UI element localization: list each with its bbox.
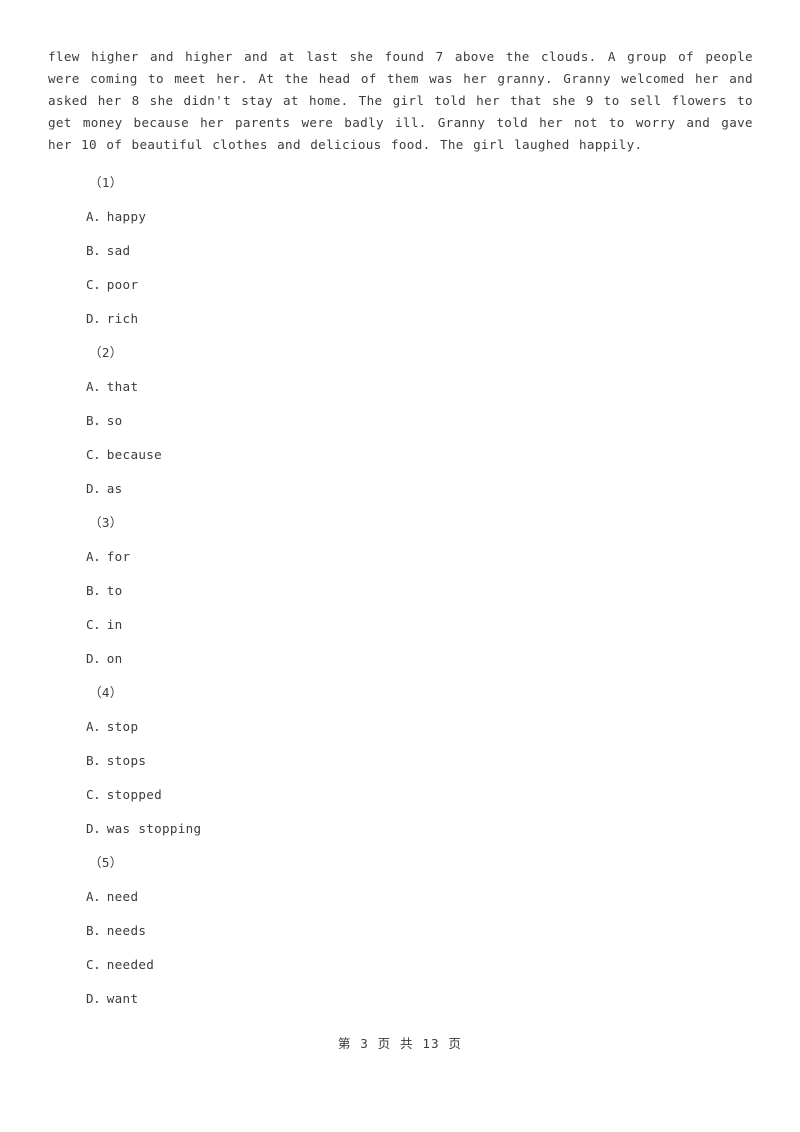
document-page: flew higher and higher and at last she f… xyxy=(0,0,800,1132)
option-text: sad xyxy=(106,243,131,258)
answer-option[interactable]: B．so xyxy=(48,404,753,438)
answer-option[interactable]: D．as xyxy=(48,472,753,506)
option-letter: A xyxy=(86,719,94,734)
option-letter: D xyxy=(86,821,94,836)
answer-option[interactable]: C．in xyxy=(48,608,753,642)
answer-option[interactable]: C．stopped xyxy=(48,778,753,812)
option-text: needs xyxy=(106,923,147,938)
question-block: （1） A．happy B．sad C．poor D．rich xyxy=(48,166,753,336)
option-letter: B xyxy=(86,753,94,768)
option-separator: ． xyxy=(93,889,107,904)
option-letter: C xyxy=(86,277,94,292)
option-text: in xyxy=(106,617,123,632)
answer-option[interactable]: A．happy xyxy=(48,200,753,234)
question-block: （2） A．that B．so C．because D．as xyxy=(48,336,753,506)
option-text: poor xyxy=(106,277,139,292)
answer-option[interactable]: B．to xyxy=(48,574,753,608)
option-letter: A xyxy=(86,209,94,224)
option-separator: ． xyxy=(93,821,107,836)
answer-option[interactable]: D．rich xyxy=(48,302,753,336)
question-block: （3） A．for B．to C．in D．on xyxy=(48,506,753,676)
option-separator: ． xyxy=(93,277,107,292)
option-separator: ． xyxy=(93,617,107,632)
answer-option[interactable]: A．that xyxy=(48,370,753,404)
option-text: happy xyxy=(106,209,147,224)
option-text: was stopping xyxy=(106,821,202,836)
question-number: （3） xyxy=(89,515,123,530)
option-text: needed xyxy=(106,957,155,972)
option-letter: B xyxy=(86,243,94,258)
option-text: that xyxy=(106,379,139,394)
option-separator: ． xyxy=(93,991,107,1006)
option-text: stop xyxy=(106,719,139,734)
option-separator: ． xyxy=(93,583,107,598)
option-text: because xyxy=(106,447,162,462)
option-letter: D xyxy=(86,311,94,326)
option-letter: B xyxy=(86,923,94,938)
option-separator: ． xyxy=(93,787,107,802)
option-text: stops xyxy=(106,753,147,768)
answer-option[interactable]: D．was stopping xyxy=(48,812,753,846)
option-letter: A xyxy=(86,379,94,394)
page-footer: 第 3 页 共 13 页 xyxy=(337,1036,463,1051)
option-separator: ． xyxy=(93,209,107,224)
option-text: rich xyxy=(106,311,139,326)
question-block: （4） A．stop B．stops C．stopped D．was stopping xyxy=(48,676,753,846)
answer-option[interactable]: C．because xyxy=(48,438,753,472)
option-text: on xyxy=(106,651,123,666)
answer-option[interactable]: C．needed xyxy=(48,948,753,982)
option-letter: B xyxy=(86,583,94,598)
answer-option[interactable]: B．stops xyxy=(48,744,753,778)
answer-option[interactable]: D．want xyxy=(48,982,753,1016)
option-letter: A xyxy=(86,549,94,564)
option-letter: B xyxy=(86,413,94,428)
option-separator: ． xyxy=(93,243,107,258)
option-letter: C xyxy=(86,787,94,802)
option-separator: ． xyxy=(93,957,107,972)
option-separator: ． xyxy=(93,481,107,496)
question-number: （5） xyxy=(89,855,123,870)
question-number: （2） xyxy=(89,345,123,360)
option-text: as xyxy=(106,481,123,496)
option-separator: ． xyxy=(93,719,107,734)
question-number: （4） xyxy=(89,685,123,700)
answer-option[interactable]: B．needs xyxy=(48,914,753,948)
option-text: for xyxy=(106,549,131,564)
option-letter: C xyxy=(86,447,94,462)
option-letter: D xyxy=(86,651,94,666)
option-separator: ． xyxy=(93,413,107,428)
question-number: （1） xyxy=(89,175,123,190)
option-separator: ． xyxy=(93,923,107,938)
option-text: to xyxy=(106,583,123,598)
option-separator: ． xyxy=(93,447,107,462)
option-separator: ． xyxy=(93,549,107,564)
answer-option[interactable]: A．need xyxy=(48,880,753,914)
option-text: need xyxy=(106,889,139,904)
option-separator: ． xyxy=(93,379,107,394)
option-letter: D xyxy=(86,991,94,1006)
answer-option[interactable]: D．on xyxy=(48,642,753,676)
answer-option[interactable]: A．for xyxy=(48,540,753,574)
option-letter: C xyxy=(86,617,94,632)
question-block: （5） A．need B．needs C．needed D．want xyxy=(48,846,753,1016)
passage-text: flew higher and higher and at last she f… xyxy=(48,49,753,152)
option-separator: ． xyxy=(93,311,107,326)
answer-option[interactable]: A．stop xyxy=(48,710,753,744)
questions-list: （1） A．happy B．sad C．poor D．rich （2） A．that B．so… xyxy=(48,166,753,1016)
option-letter: A xyxy=(86,889,94,904)
option-separator: ． xyxy=(93,753,107,768)
option-separator: ． xyxy=(93,651,107,666)
option-text: stopped xyxy=(106,787,162,802)
option-letter: D xyxy=(86,481,94,496)
option-text: so xyxy=(106,413,123,428)
option-letter: C xyxy=(86,957,94,972)
option-text: want xyxy=(106,991,139,1006)
answer-option[interactable]: C．poor xyxy=(48,268,753,302)
answer-option[interactable]: B．sad xyxy=(48,234,753,268)
